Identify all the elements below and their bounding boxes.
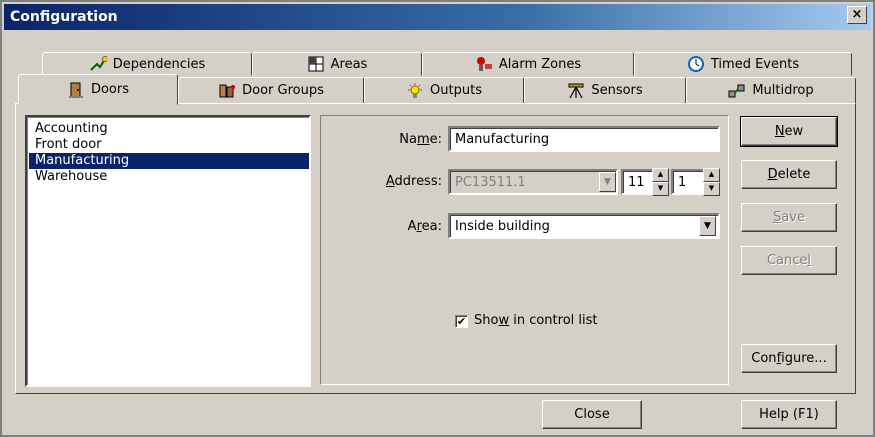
close-button[interactable]: Close — [542, 400, 642, 429]
name-label: Name: — [399, 132, 442, 147]
tab-sensors[interactable]: Sensors — [524, 77, 686, 104]
address-spinner-1[interactable]: ▲ ▼ — [652, 168, 669, 196]
list-item-selected[interactable]: Manufacturing — [29, 153, 309, 169]
close-window-button[interactable]: × — [847, 6, 867, 24]
clock-icon — [687, 56, 704, 72]
show-in-control-list-label[interactable]: Show in control list — [474, 313, 598, 328]
show-in-control-list-checkbox[interactable]: ✔ — [455, 315, 468, 328]
tab-alarm-zones[interactable]: Alarm Zones — [422, 52, 634, 76]
address-number-input-2[interactable]: 1 — [671, 169, 705, 195]
list-item[interactable]: Accounting — [29, 121, 309, 137]
cancel-button[interactable]: Cance l — [741, 246, 837, 275]
area-select[interactable]: Inside building — [448, 213, 720, 239]
address-number-input-1[interactable]: 11 — [621, 169, 655, 195]
multidrop-icon — [728, 84, 745, 97]
save-button[interactable]: Save — [741, 203, 837, 232]
address-spinner-2[interactable]: ▲ ▼ — [703, 168, 720, 196]
door-icon — [68, 82, 83, 98]
name-input[interactable]: Manufacturing — [448, 126, 720, 152]
door-list[interactable]: Accounting Front door Manufacturing Ware… — [25, 115, 311, 387]
list-item[interactable]: Front door — [29, 137, 309, 153]
spin-up-icon[interactable]: ▲ — [703, 168, 720, 182]
new-button[interactable]: New — [740, 116, 838, 147]
spin-up-icon[interactable]: ▲ — [652, 168, 669, 182]
alarm-zones-icon — [476, 57, 492, 71]
tab-areas[interactable]: Areas — [252, 52, 422, 76]
area-dropdown-button[interactable]: ▼ — [699, 216, 716, 236]
configure-button[interactable]: Con f igure... — [741, 344, 837, 373]
tab-dependencies[interactable]: Dependencies — [42, 52, 252, 76]
address-dropdown-button: ▼ — [599, 172, 616, 192]
address-label: Address: — [385, 174, 442, 189]
dependencies-icon — [90, 56, 107, 71]
spin-down-icon[interactable]: ▼ — [703, 182, 720, 196]
delete-button[interactable]: Delete — [741, 160, 837, 189]
outputs-icon — [408, 82, 423, 98]
sensors-icon — [568, 83, 584, 98]
list-item[interactable]: Warehouse — [29, 169, 309, 185]
tab-timed-events[interactable]: Timed Events — [634, 52, 852, 76]
address-select: PC13511.1 — [448, 169, 618, 195]
tab-outputs[interactable]: Outputs — [364, 77, 524, 104]
configuration-window: Configuration × Dependencies Areas Alarm… — [0, 0, 875, 437]
door-properties-group — [320, 115, 729, 385]
help-button[interactable]: Help (F1) — [741, 400, 837, 429]
tab-door-groups[interactable]: Door Groups — [178, 77, 364, 104]
window-title: Configuration — [10, 9, 118, 25]
tab-multidrop[interactable]: Multidrop — [686, 77, 856, 104]
tab-doors[interactable]: Doors — [18, 74, 178, 105]
door-groups-icon — [219, 84, 236, 97]
area-label: Area: — [407, 219, 442, 234]
areas-icon — [308, 56, 324, 72]
title-bar[interactable]: Configuration — [4, 4, 871, 30]
spin-down-icon[interactable]: ▼ — [652, 182, 669, 196]
